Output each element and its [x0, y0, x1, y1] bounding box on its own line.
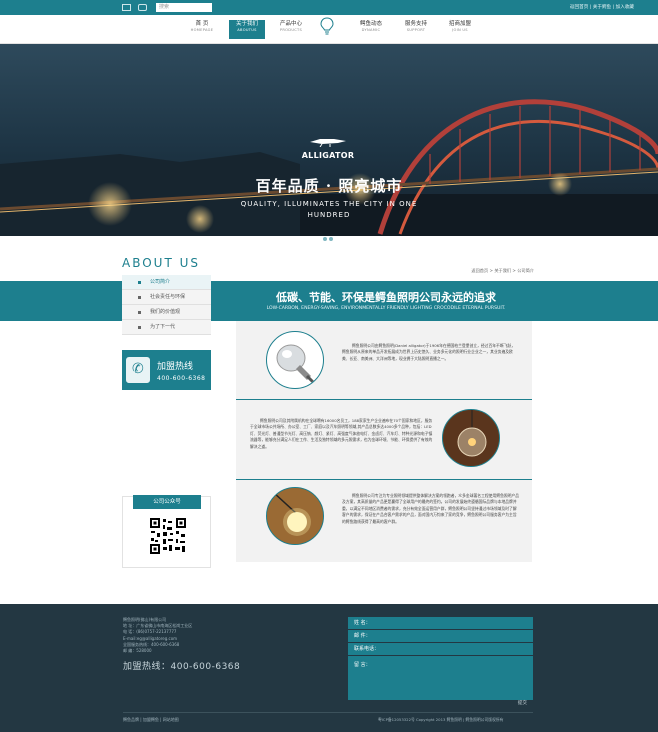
row-divider — [236, 479, 532, 480]
nav-item-dynamic[interactable]: 鳄鱼动态 DYNAMIC — [353, 21, 389, 33]
phone-icon: ✆ — [126, 357, 150, 383]
slogan-en: LOW-CARBON, ENERGY-SAVING, ENVIRONMENTAL… — [266, 306, 506, 311]
wechat-title: 公司公众号 — [133, 495, 201, 509]
footer-divider — [123, 712, 533, 713]
sidebar-item-next-generation[interactable]: 为了下一代 — [122, 320, 211, 335]
name-field[interactable]: 姓 名： — [348, 617, 533, 629]
contact-info: 鳄鱼照明(佛山)有限公司 地 址：广东省佛山市南海区松岗工业区 电 话：(86)… — [123, 617, 193, 654]
qr-code-icon — [149, 517, 187, 555]
bulb-icon — [276, 344, 315, 384]
carousel-dot[interactable] — [323, 237, 327, 241]
top-bar: 搜索 返回首页 | 关于鳄鱼 | 加入收藏 — [0, 0, 658, 15]
carousel-dot[interactable] — [329, 237, 333, 241]
banner-headline: 百年品质 · 照亮城市 — [255, 177, 403, 195]
alligator-logo: ALLIGATOR — [300, 132, 356, 160]
hero-banner: ALLIGATOR 百年品质 · 照亮城市 QUALITY, ILLUMINAT… — [0, 44, 658, 236]
carousel-dots — [317, 226, 335, 245]
paragraph-staff: 鳄鱼照明公司及其附属机构在全球聘有16000名员工，188家家生产企业遍布在70… — [250, 418, 433, 449]
content-panel: 鳄鱼照明公司由鳄鱼照明(Daniel alligator)于1906年在德国柏兰… — [236, 321, 532, 562]
hotline-title: 加盟热线 — [157, 362, 194, 372]
search-input[interactable]: 搜索 — [156, 3, 212, 12]
bulb-image — [266, 331, 324, 389]
copyright: 粤ICP备12053322号 Copyright 2013 鳄鱼照明 | 鳄鱼照… — [378, 717, 504, 722]
wall-lamp-icon — [267, 488, 323, 544]
email-field[interactable]: 邮 件： — [348, 630, 533, 642]
sidebar-item-responsibility[interactable]: 社会责任与环保 — [122, 290, 211, 305]
message-field[interactable]: 留 言： — [348, 656, 533, 700]
nav-item-products[interactable]: 产品中心 PRODUCTS — [273, 21, 309, 33]
section-title: ABOUT US — [122, 256, 201, 270]
footer-hotline: 加盟热线：400-600-6368 — [123, 662, 241, 672]
message-form: 姓 名： 邮 件： 联系电话： 留 言： 提交 — [348, 617, 533, 706]
hotline-number: 400-600-6368 — [157, 375, 206, 382]
slogan-cn: 低碳、节能、环保是鳄鱼照明公司永远的追求 — [276, 291, 496, 304]
top-links[interactable]: 返回首页 | 关于鳄鱼 | 加入收藏 — [570, 0, 634, 15]
hotline-box[interactable]: ✆ 加盟热线 400-600-6368 — [122, 350, 211, 390]
sidebar-item-intro[interactable]: 公司简介 — [122, 275, 211, 290]
content-row: 鳄鱼照明公司由鳄鱼照明(Daniel alligator)于1906年在德国柏兰… — [236, 321, 532, 401]
row-divider — [236, 399, 532, 400]
alligator-icon — [310, 139, 346, 148]
nav-item-join[interactable]: 招商加盟 JOIN US — [442, 21, 478, 33]
paragraph-intro: 鳄鱼照明公司由鳄鱼照明(Daniel alligator)于1906年在德国柏兰… — [342, 343, 516, 361]
paragraph-solutions: 鳄鱼照明公司专注为专业照明领域提供整体解决方案的领跑者，众多金球著名工程使用鳄鱼… — [342, 493, 520, 524]
sidebar-item-values[interactable]: 我们的价值观 — [122, 305, 211, 320]
nav-item-home[interactable]: 首 页 HOMEPAGE — [184, 21, 220, 33]
banner-subline: QUALITY, ILLUMINATES THE CITY IN ONE HUN… — [240, 200, 418, 219]
wall-lamp-image — [266, 487, 324, 545]
slogan-strip: 低碳、节能、环保是鳄鱼照明公司永远的追求 LOW-CARBON, ENERGY-… — [0, 281, 658, 321]
wechat-box: 公司公众号 — [122, 495, 211, 568]
mail-icon[interactable] — [122, 4, 131, 11]
nav-item-about[interactable]: 关于我们 ABOUTUS — [229, 20, 265, 39]
content-row: 鳄鱼照明公司专注为专业照明领域提供整体解决方案的领跑者，众多金球著名工程使用鳄鱼… — [236, 481, 532, 561]
pendant-lamp-icon — [443, 410, 499, 466]
breadcrumb[interactable]: 返回首页 > 关于我们 > 公司简介 — [471, 268, 534, 274]
bulb-logo-icon[interactable] — [320, 17, 334, 35]
pendant-lamp-image — [442, 409, 500, 467]
phone-field[interactable]: 联系电话： — [348, 643, 533, 655]
content-row: 鳄鱼照明公司及其附属机构在全球聘有16000名员工，188家家生产企业遍布在70… — [236, 401, 532, 481]
carousel-dot[interactable] — [317, 237, 321, 241]
nav-item-support[interactable]: 服务支持 SUPPORT — [398, 21, 434, 33]
phone-icon[interactable] — [138, 4, 147, 11]
footer-links[interactable]: 鳄鱼品牌 | 加盟鳄鱼 | 网站地图 — [123, 717, 179, 723]
footer: 鳄鱼照明(佛山)有限公司 地 址：广东省佛山市南海区松岗工业区 电 话：(86)… — [0, 604, 658, 732]
submit-button[interactable]: 提交 — [518, 700, 527, 706]
sidebar-menu: 公司简介 社会责任与环保 我们的价值观 为了下一代 — [122, 275, 211, 335]
